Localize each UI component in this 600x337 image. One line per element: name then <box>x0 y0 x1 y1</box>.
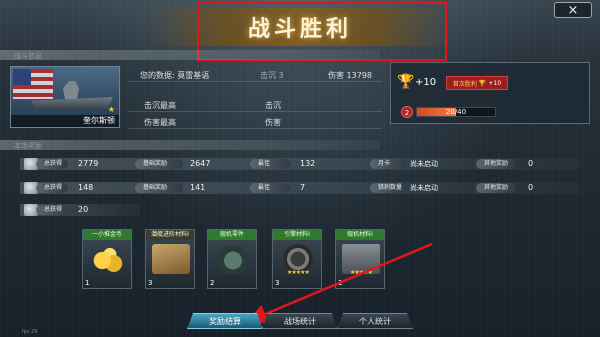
tab-label: 个人统计 <box>359 316 391 326</box>
tab-label: 战场统计 <box>284 316 316 326</box>
tab-reward-settlement[interactable]: 奖励结算 <box>187 313 263 329</box>
tab-label: 奖励结算 <box>209 316 241 326</box>
fps-counter: fps 29 <box>22 329 38 335</box>
tab-personal-stats[interactable]: 个人统计 <box>337 313 413 329</box>
tab-battle-stats[interactable]: 战场统计 <box>262 313 338 329</box>
annotation-arrow <box>246 242 433 324</box>
